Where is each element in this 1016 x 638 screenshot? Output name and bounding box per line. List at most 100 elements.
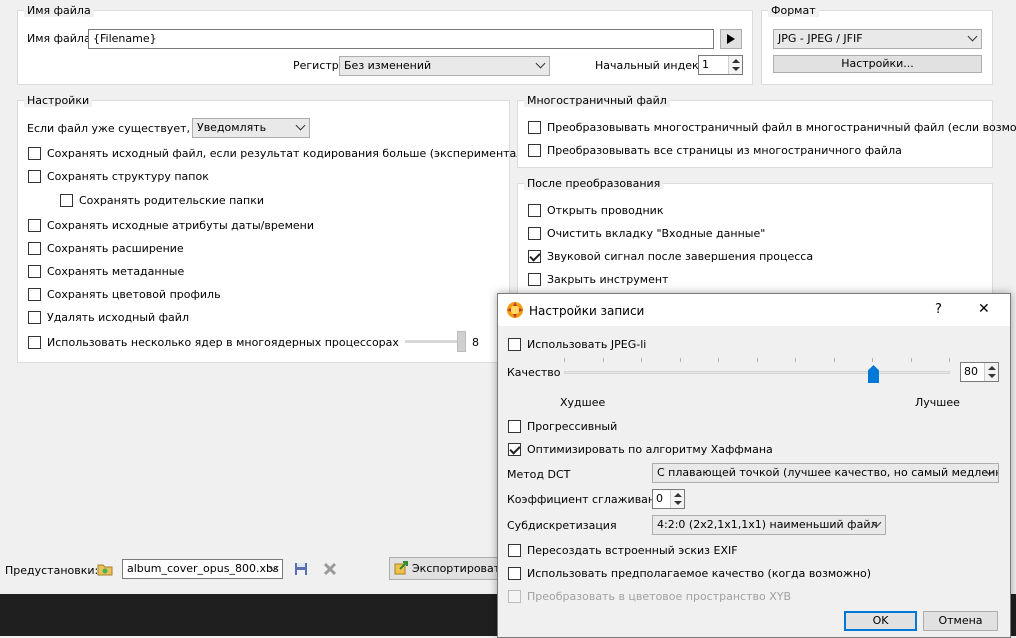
option-progressive[interactable]: Прогрессивный	[508, 418, 617, 434]
option-delete-source[interactable]: Удалять исходный файл	[28, 309, 189, 325]
option-xyb: Преобразовать в цветовое пространство XY…	[508, 588, 791, 604]
option-clear-input-tab[interactable]: Очистить вкладку "Входные данные"	[528, 225, 765, 241]
option-keep-metadata[interactable]: Сохранять метаданные	[28, 263, 184, 279]
checkbox[interactable]	[28, 264, 41, 278]
option-keep-original-if-larger[interactable]: Сохранять исходный файл, если результат …	[28, 145, 557, 161]
slider-tick	[641, 358, 642, 362]
subsampling-select[interactable]: 4:2:0 (2x2,1x1,1x1) наименьший файл	[652, 515, 886, 535]
write-settings-dialog: Настройки записи ? ✕ Использовать JPEG-l…	[497, 293, 1011, 638]
option-convert-all-pages[interactable]: Преобразовывать все страницы из многостр…	[528, 142, 902, 158]
checkbox[interactable]	[508, 442, 521, 456]
export-button[interactable]: Экспортировать	[389, 557, 507, 580]
quality-best-label: Лучшее	[915, 396, 960, 409]
option-beep-on-finish[interactable]: Звуковой сигнал после завершения процесс…	[528, 248, 813, 264]
checkbox[interactable]	[528, 226, 541, 240]
multipage-group-title: Многостраничный файл	[524, 94, 670, 107]
option-keep-extension[interactable]: Сохранять расширение	[28, 240, 184, 256]
stepper-buttons[interactable]	[670, 490, 684, 508]
option-multipage-to-multipage[interactable]: Преобразовывать многостраничный файл в м…	[528, 119, 1016, 135]
quality-slider[interactable]	[564, 354, 950, 390]
checkbox[interactable]	[60, 193, 73, 207]
slider-tick	[757, 358, 758, 362]
option-keep-color-profile[interactable]: Сохранять цветовой профиль	[28, 286, 221, 302]
format-select[interactable]: JPG - JPEG / JFIF	[773, 29, 982, 49]
option-open-explorer[interactable]: Открыть проводник	[528, 202, 663, 218]
option-label: Закрыть инструмент	[547, 272, 669, 286]
quality-stepper[interactable]: 80	[960, 362, 999, 382]
dct-select-value: С плавающей точкой (лучшее качество, но …	[657, 466, 999, 479]
smoothing-label: Коэффициент сглаживания	[507, 493, 669, 506]
slider-tick	[911, 358, 912, 362]
checkbox[interactable]	[28, 218, 41, 232]
cores-value: 8	[472, 336, 479, 349]
preset-select-value: album_cover_opus_800.xbs	[127, 562, 279, 575]
checkbox[interactable]	[528, 249, 541, 263]
checkbox[interactable]	[508, 419, 521, 433]
option-multicore[interactable]: Использовать несколько ядер в многоядерн…	[28, 334, 399, 350]
stepper-buttons[interactable]	[984, 363, 998, 381]
option-label: Оптимизировать по алгоритму Хаффмана	[527, 442, 773, 456]
checkbox[interactable]	[28, 241, 41, 255]
arrow-down-icon	[732, 67, 740, 71]
insert-token-button[interactable]	[720, 29, 742, 49]
option-label: Сохранять метаданные	[47, 264, 185, 278]
checkbox[interactable]	[528, 272, 541, 286]
option-label: Пересоздать встроенный эскиз EXIF	[527, 543, 738, 557]
checkbox[interactable]	[28, 287, 41, 301]
chevron-down-icon	[295, 120, 306, 131]
case-select-value: Без изменений	[344, 59, 432, 72]
delete-icon[interactable]	[323, 562, 337, 576]
smoothing-stepper[interactable]: 0	[652, 489, 685, 509]
option-label: Преобразовать в цветовое пространство XY…	[527, 589, 792, 603]
option-keep-folder-structure[interactable]: Сохранять структуру папок	[28, 168, 209, 184]
filename-input[interactable]: {Filename}	[88, 29, 714, 49]
option-label: Звуковой сигнал после завершения процесс…	[547, 249, 814, 263]
checkbox[interactable]	[528, 143, 541, 157]
option-label: Преобразовывать многостраничный файл в м…	[547, 120, 1016, 134]
cores-slider-thumb[interactable]	[457, 331, 466, 352]
checkbox[interactable]	[508, 566, 521, 580]
option-close-tool[interactable]: Закрыть инструмент	[528, 271, 668, 287]
option-estimated-quality[interactable]: Использовать предполагаемое качество (ко…	[508, 565, 871, 581]
checkbox[interactable]	[28, 169, 41, 183]
checkbox[interactable]	[528, 120, 541, 134]
option-keep-date-attributes[interactable]: Сохранять исходные атрибуты даты/времени	[28, 217, 314, 233]
preset-select[interactable]: album_cover_opus_800.xbs	[122, 559, 283, 579]
stepper-buttons[interactable]	[728, 56, 742, 74]
checkbox[interactable]	[28, 310, 41, 324]
checkbox[interactable]	[28, 146, 41, 160]
slider-tick	[680, 358, 681, 362]
checkbox[interactable]	[508, 337, 521, 351]
format-settings-button[interactable]: Настройки...	[773, 55, 982, 73]
checkbox[interactable]	[508, 543, 521, 557]
quality-slider-thumb[interactable]	[868, 365, 879, 383]
start-index-stepper[interactable]: 1	[698, 55, 743, 75]
subsampling-select-value: 4:2:0 (2x2,1x1,1x1) наименьший файл	[657, 518, 878, 531]
app-logo-icon	[507, 302, 523, 318]
arrow-up-icon	[674, 493, 682, 497]
close-icon[interactable]: ✕	[978, 302, 990, 316]
slider-tick	[795, 358, 796, 362]
checkbox[interactable]	[28, 335, 41, 349]
ok-button[interactable]: OK	[844, 611, 917, 631]
help-button[interactable]: ?	[935, 303, 942, 317]
option-label: Открыть проводник	[547, 203, 664, 217]
option-use-jpegli[interactable]: Использовать JPEG-li	[508, 336, 646, 352]
cores-slider-track[interactable]	[405, 340, 463, 343]
checkbox	[508, 589, 521, 603]
folder-icon[interactable]	[97, 562, 113, 576]
quality-value: 80	[964, 365, 978, 378]
save-icon[interactable]	[294, 562, 308, 576]
cancel-button[interactable]: Отмена	[923, 611, 998, 631]
after-group-title: После преобразования	[524, 177, 664, 190]
dialog-titlebar[interactable]: Настройки записи ? ✕	[498, 294, 1010, 326]
case-select[interactable]: Без изменений	[339, 56, 550, 76]
dct-select[interactable]: С плавающей точкой (лучшее качество, но …	[652, 463, 999, 483]
case-label: Регистр	[293, 59, 339, 72]
option-huffman[interactable]: Оптимизировать по алгоритму Хаффмана	[508, 441, 773, 457]
option-keep-parent-folders[interactable]: Сохранять родительские папки	[60, 192, 264, 208]
checkbox[interactable]	[528, 203, 541, 217]
option-label: Сохранять исходный файл, если результат …	[47, 146, 558, 160]
if-exists-select[interactable]: Уведомлять	[192, 118, 310, 138]
option-recreate-exif-thumbnail[interactable]: Пересоздать встроенный эскиз EXIF	[508, 542, 738, 558]
